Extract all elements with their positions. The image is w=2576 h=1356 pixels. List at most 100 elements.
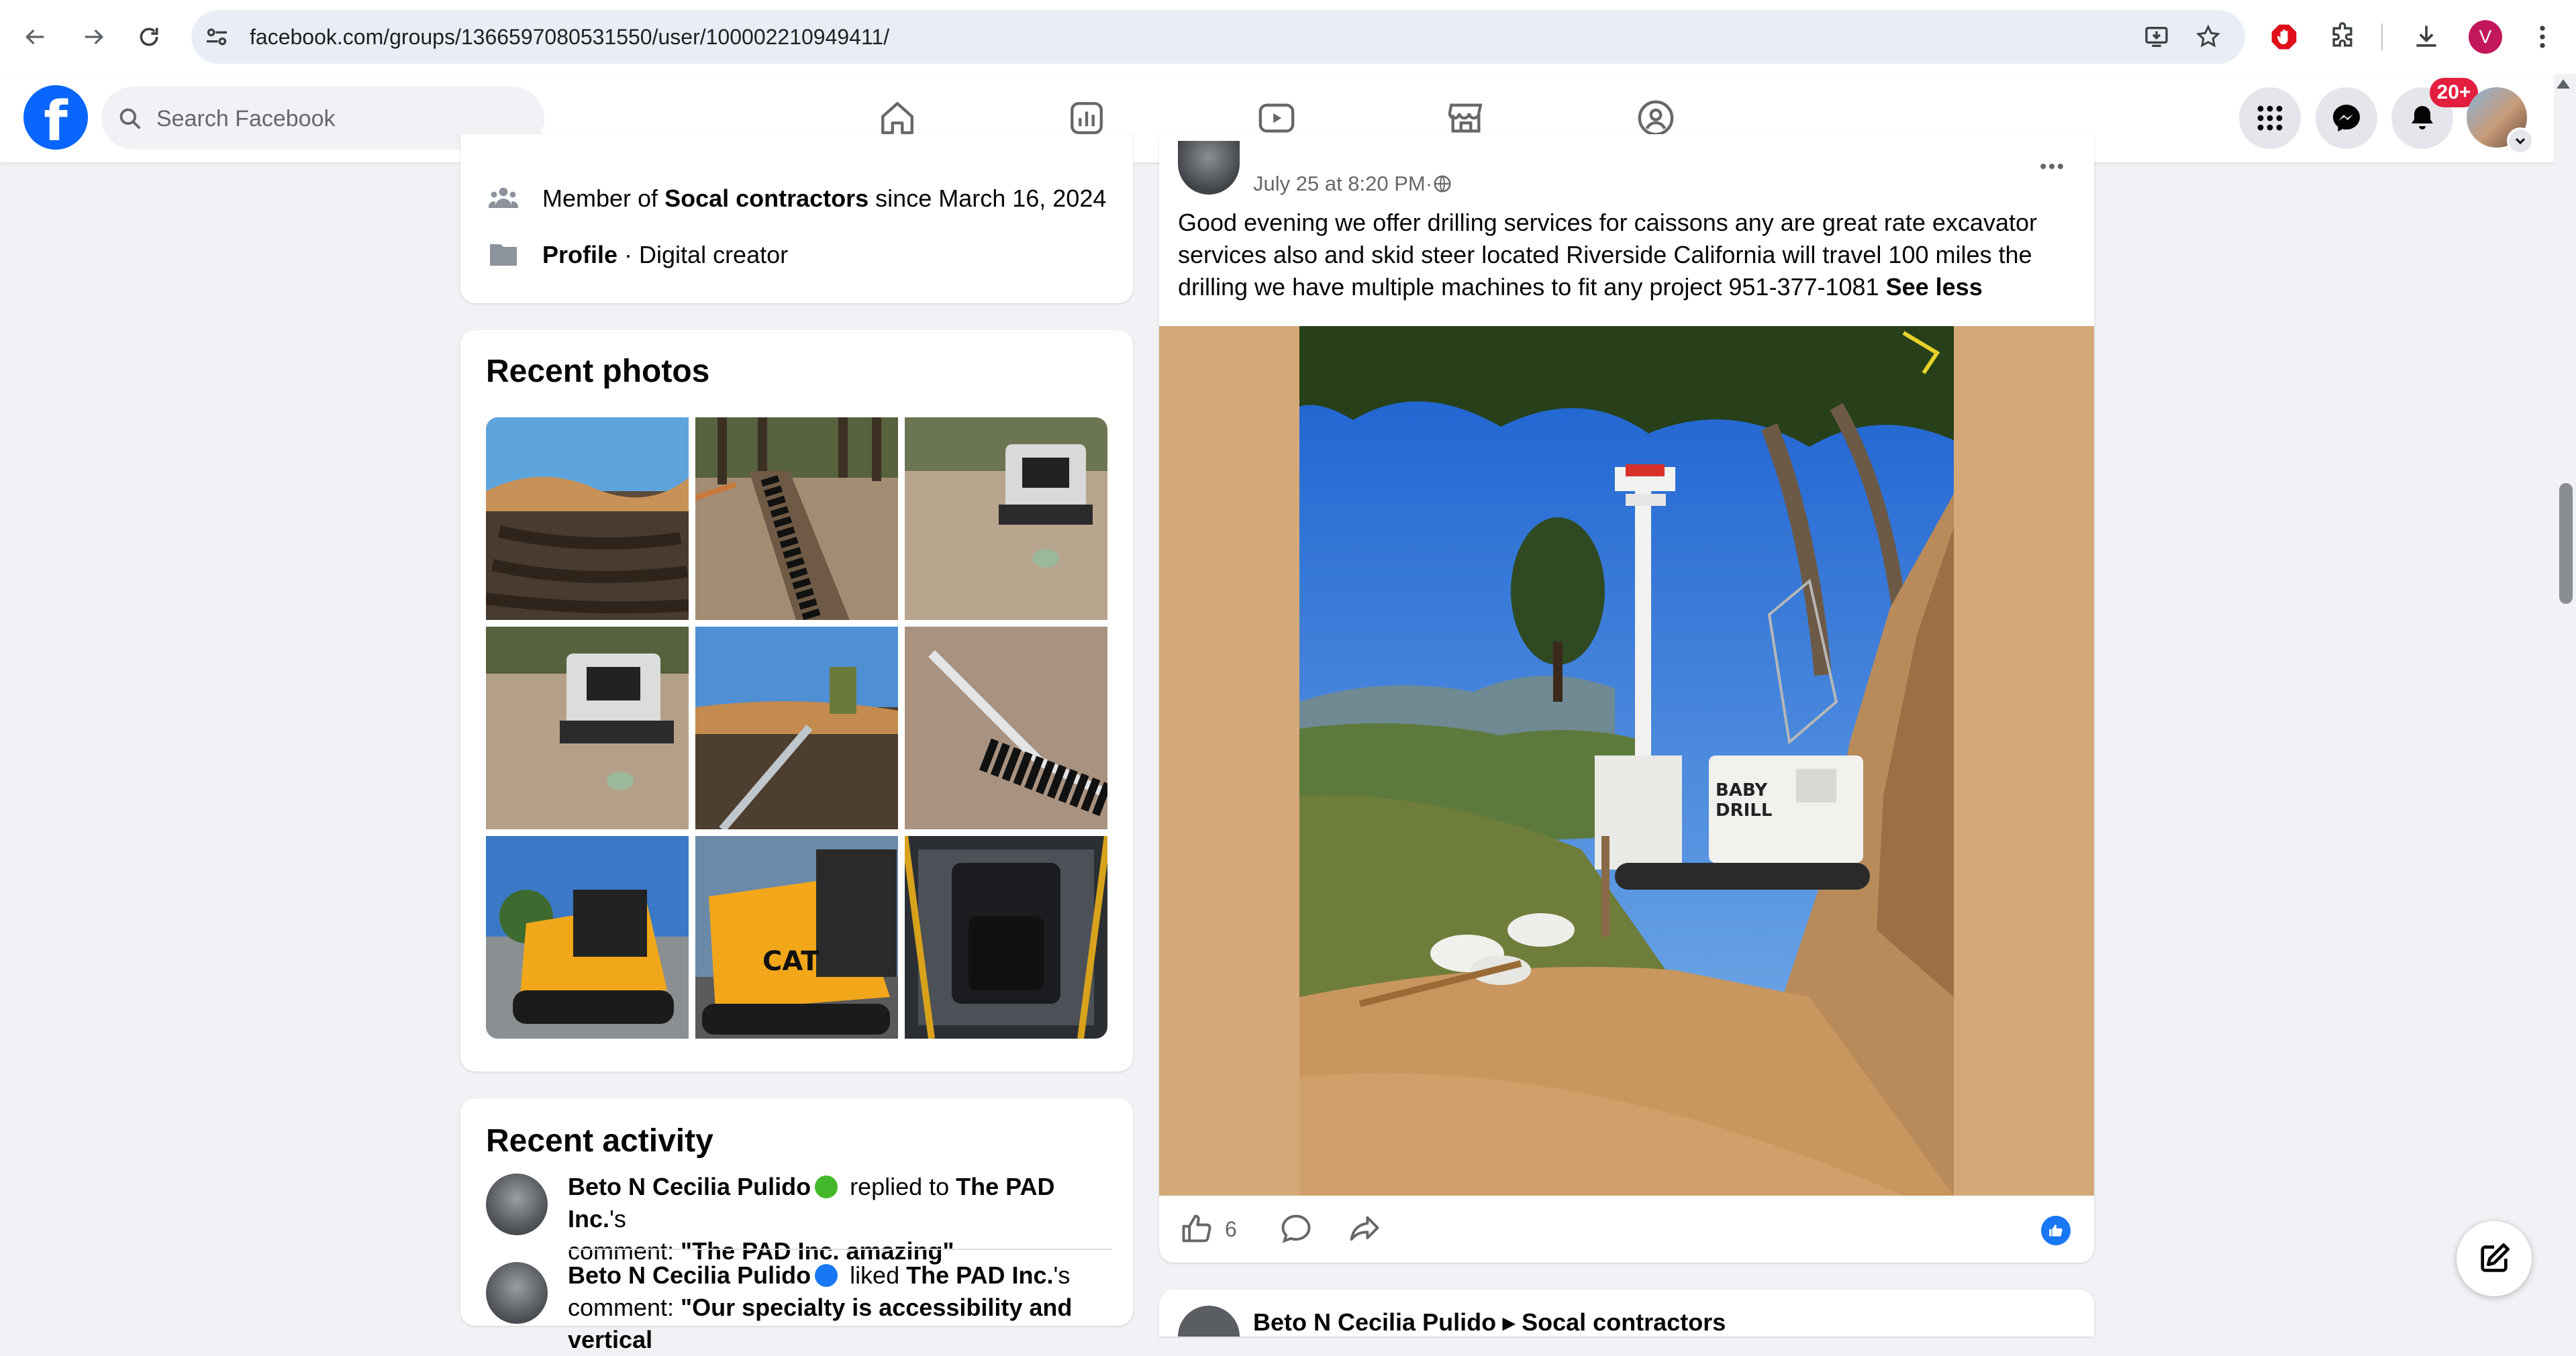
share-button[interactable] bbox=[1347, 1210, 1382, 1248]
facebook-logo-icon[interactable]: f bbox=[23, 85, 88, 150]
reply-badge-icon bbox=[815, 1176, 838, 1198]
post-action-bar: 6 bbox=[1159, 1196, 2094, 1263]
avatar[interactable] bbox=[1178, 1306, 1240, 1337]
bell-icon bbox=[2412, 106, 2433, 129]
extensions-puzzle-icon[interactable] bbox=[2326, 20, 2359, 54]
extension-adblock-icon[interactable] bbox=[2267, 20, 2301, 54]
group-name-link[interactable]: Socal contractors bbox=[664, 185, 869, 212]
grid-menu-icon bbox=[2257, 105, 2283, 131]
recent-photos-card: Recent photos CAT bbox=[460, 330, 1133, 1072]
activity-divider bbox=[568, 1249, 1111, 1250]
search-input[interactable] bbox=[155, 100, 534, 138]
messenger-button[interactable] bbox=[2316, 87, 2377, 149]
post-body: Good evening we offer drilling services … bbox=[1178, 207, 2071, 303]
like-badge-icon bbox=[815, 1264, 838, 1287]
photo-thumbnail[interactable] bbox=[695, 627, 898, 829]
photo-thumbnail[interactable] bbox=[905, 836, 1107, 1039]
activity-actor[interactable]: Beto N Cecilia Pulido bbox=[568, 1261, 811, 1289]
rig-label-top: BABY bbox=[1716, 780, 1768, 800]
photo-thumbnail[interactable] bbox=[486, 627, 689, 829]
new-message-button[interactable] bbox=[2457, 1221, 2532, 1296]
activity-target[interactable]: The PAD Inc. bbox=[906, 1261, 1053, 1289]
thumbs-up-icon bbox=[1182, 1214, 1211, 1243]
post-timestamp[interactable]: July 25 at 8:20 PM bbox=[1253, 172, 1426, 196]
share-arrow-icon bbox=[1350, 1216, 1379, 1241]
photo-thumbnail[interactable] bbox=[905, 417, 1107, 620]
photo-thumbnail[interactable]: CAT bbox=[695, 836, 898, 1039]
activity-comment-prefix: comment: bbox=[568, 1294, 681, 1321]
comment-bubble-icon bbox=[1281, 1214, 1311, 1243]
bar-chart-icon bbox=[1071, 102, 1103, 134]
post-more-options-button[interactable] bbox=[2032, 153, 2072, 180]
rig-label-bottom: DRILL bbox=[1716, 800, 1772, 821]
reload-button[interactable] bbox=[129, 17, 169, 57]
forward-button[interactable] bbox=[74, 17, 114, 57]
profile-category: Digital creator bbox=[639, 241, 789, 268]
photo-thumbnail[interactable] bbox=[905, 627, 1107, 829]
url-text[interactable]: facebook.com/groups/1366597080531550/use… bbox=[250, 23, 889, 50]
avatar[interactable] bbox=[486, 1174, 548, 1235]
address-bar[interactable]: facebook.com/groups/1366597080531550/use… bbox=[191, 10, 2245, 64]
photo-thumbnail[interactable] bbox=[695, 417, 898, 620]
browser-menu-icon[interactable] bbox=[2526, 20, 2559, 54]
avatar[interactable] bbox=[486, 1262, 548, 1324]
post-author-avatar[interactable] bbox=[1178, 141, 1240, 195]
next-post-header[interactable]: Beto N Cecilia Pulido ▸ Socal contractor… bbox=[1253, 1308, 1726, 1337]
intro-card: Member of Socal contractors since March … bbox=[460, 134, 1133, 303]
arrow-left-icon bbox=[25, 29, 44, 45]
like-count[interactable]: 6 bbox=[1225, 1217, 1237, 1242]
groups-icon bbox=[1638, 100, 1674, 136]
like-button[interactable]: 6 bbox=[1179, 1210, 1237, 1248]
video-play-icon bbox=[1258, 103, 1295, 133]
profile-category-text: Profile · Digital creator bbox=[542, 241, 788, 269]
members-icon bbox=[489, 187, 518, 208]
recent-photos-title: Recent photos bbox=[486, 354, 710, 389]
menu-button[interactable] bbox=[2239, 87, 2301, 149]
activity-possessive: 's bbox=[609, 1205, 626, 1233]
membership-since: since March 16, 2024 bbox=[869, 185, 1107, 212]
photo-thumbnail[interactable] bbox=[486, 836, 689, 1039]
drilling-rig-photo: BABY DRILL bbox=[1299, 326, 1954, 1196]
membership-text: Member of Socal contractors since March … bbox=[542, 185, 1106, 213]
recent-activity-card: Recent activity Beto N Cecilia Pulido re… bbox=[460, 1098, 1133, 1353]
meta-separator: · bbox=[1425, 172, 1433, 195]
scrollbar-thumb[interactable] bbox=[2559, 483, 2573, 604]
activity-verb: replied to bbox=[843, 1173, 956, 1200]
more-horizontal-icon bbox=[2040, 163, 2063, 170]
reload-icon bbox=[140, 28, 158, 46]
toolbar-divider bbox=[2381, 23, 2383, 50]
home-icon bbox=[881, 102, 913, 134]
recent-activity-title: Recent activity bbox=[486, 1123, 713, 1159]
back-button[interactable] bbox=[15, 17, 55, 57]
downloads-icon[interactable] bbox=[2410, 20, 2443, 54]
see-less-link[interactable]: See less bbox=[1886, 273, 1983, 301]
messenger-icon bbox=[2333, 105, 2360, 132]
svg-text:CAT: CAT bbox=[762, 946, 820, 977]
bookmark-star-icon[interactable] bbox=[2195, 23, 2222, 50]
photo-thumbnail[interactable] bbox=[486, 417, 689, 620]
site-settings-icon[interactable] bbox=[203, 23, 230, 50]
browser-profile-avatar[interactable]: V bbox=[2469, 20, 2502, 54]
profile-label: Profile bbox=[542, 241, 618, 268]
page-scrollbar[interactable] bbox=[2554, 74, 2576, 1326]
post-photo[interactable]: BABY DRILL bbox=[1159, 326, 2094, 1196]
install-app-icon[interactable] bbox=[2143, 23, 2170, 50]
scroll-up-arrow-icon[interactable] bbox=[2557, 79, 2570, 89]
search-icon bbox=[119, 108, 141, 129]
like-reaction-icon[interactable] bbox=[2041, 1216, 2071, 1245]
activity-item[interactable]: Beto N Cecilia Pulido replied to The PAD… bbox=[568, 1171, 1111, 1267]
browser-toolbar: facebook.com/groups/1366597080531550/use… bbox=[0, 0, 2576, 74]
activity-possessive: 's bbox=[1053, 1261, 1071, 1289]
activity-actor[interactable]: Beto N Cecilia Pulido bbox=[568, 1173, 811, 1200]
membership-row: Member of Socal contractors since March … bbox=[487, 182, 1106, 215]
compose-edit-icon bbox=[2481, 1243, 2510, 1272]
chevron-down-icon[interactable] bbox=[2507, 127, 2534, 154]
activity-item[interactable]: Beto N Cecilia Pulido liked The PAD Inc.… bbox=[568, 1259, 1111, 1356]
comment-button[interactable] bbox=[1279, 1210, 1314, 1248]
next-post-card: Beto N Cecilia Pulido ▸ Socal contractor… bbox=[1159, 1290, 2094, 1337]
post-card: July 25 at 8:20 PM · Good evening we off… bbox=[1159, 134, 2094, 1263]
membership-prefix: Member of bbox=[542, 185, 665, 212]
profile-separator: · bbox=[617, 241, 640, 268]
post-meta: July 25 at 8:20 PM · bbox=[1253, 172, 1452, 196]
marketplace-store-icon bbox=[1448, 103, 1483, 133]
